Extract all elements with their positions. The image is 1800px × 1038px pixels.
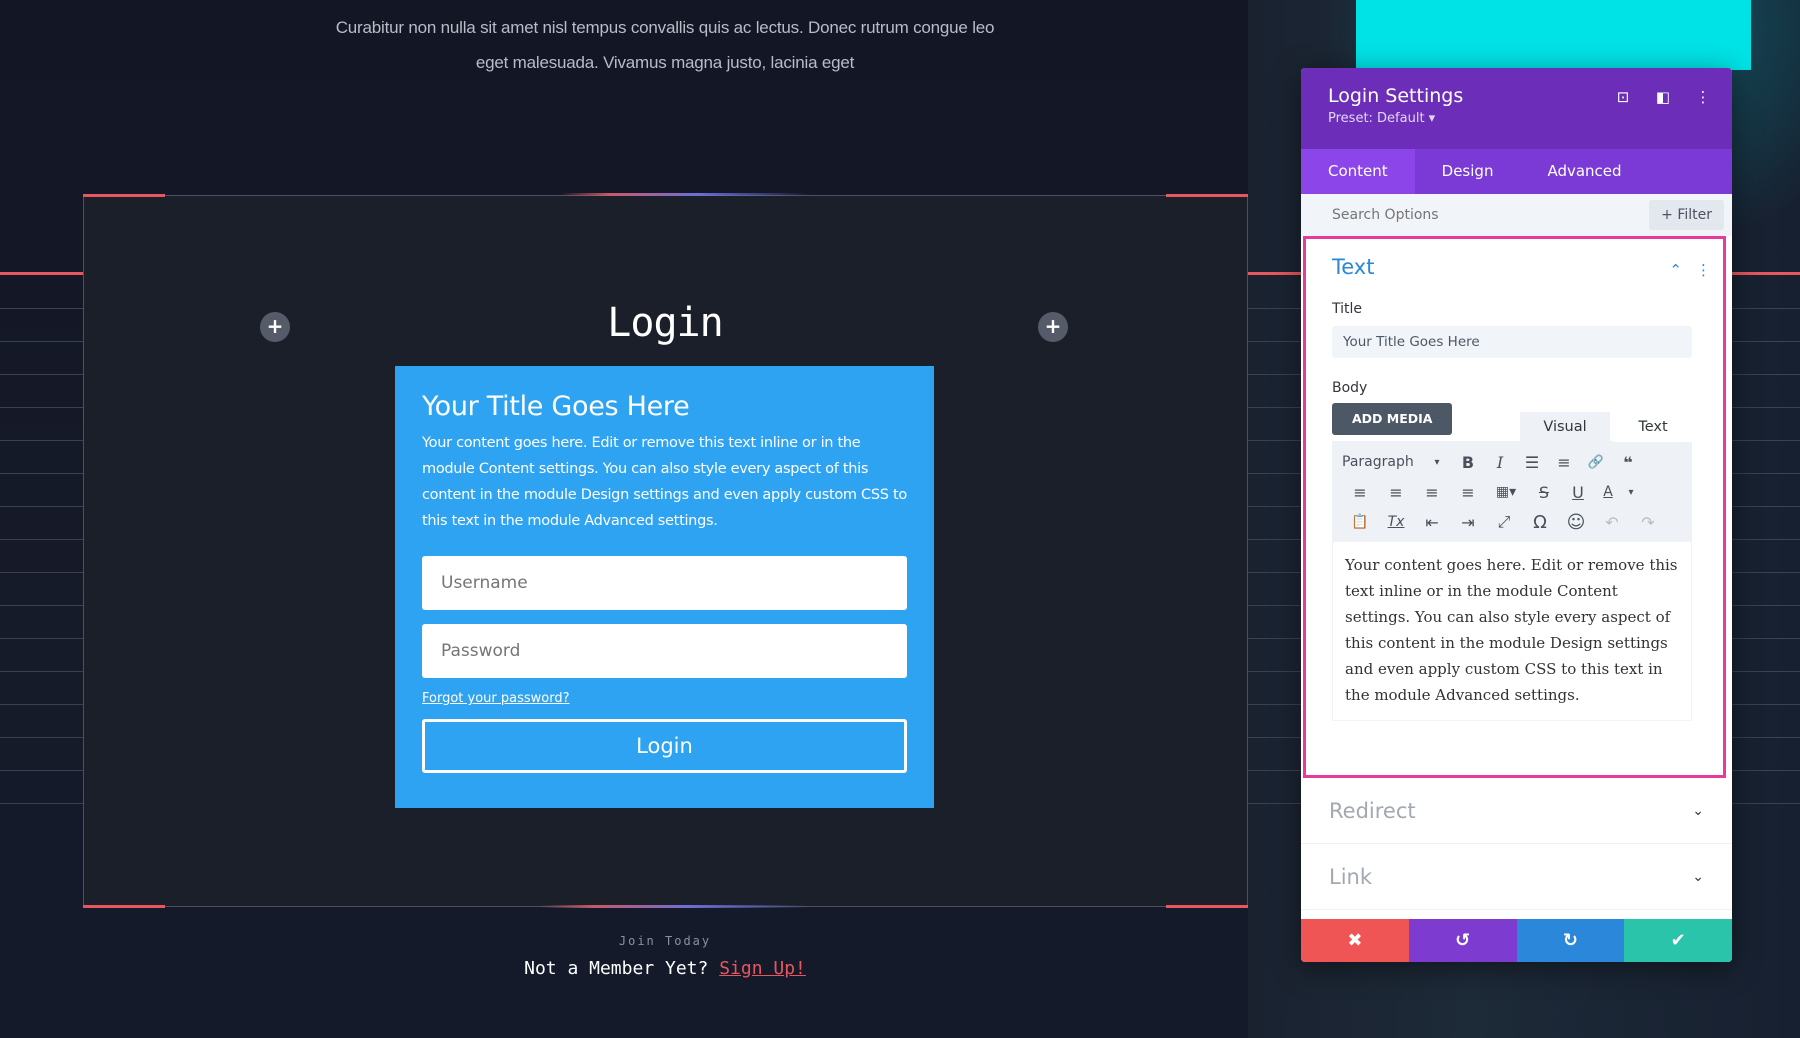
section-redirect-label: Redirect [1329, 798, 1416, 823]
body-editor[interactable]: Your content goes here. Edit or remove t… [1332, 541, 1692, 721]
section-link-label: Link [1329, 864, 1373, 889]
special-character-icon[interactable]: Ω [1522, 512, 1558, 533]
section-menu-icon[interactable]: ⋮ [1696, 261, 1711, 279]
frame-accent [83, 905, 165, 908]
section-redirect[interactable]: Redirect ⌄ [1301, 778, 1732, 844]
cancel-button[interactable]: ✖ [1301, 919, 1409, 962]
username-input[interactable] [422, 556, 907, 610]
collapse-icon[interactable]: ⌃ [1669, 261, 1682, 279]
search-bar: + Filter [1301, 194, 1732, 236]
align-right-icon[interactable]: ≡ [1414, 483, 1450, 502]
text-color-dropdown-icon[interactable]: ▾ [1622, 487, 1640, 498]
underline-icon[interactable]: U [1562, 483, 1594, 502]
redo-icon[interactable]: ↷ [1630, 513, 1666, 532]
emoji-icon[interactable]: ☺ [1558, 512, 1594, 533]
outdent-icon[interactable]: ⇤ [1414, 513, 1450, 532]
bullet-list-icon[interactable]: ☰ [1516, 453, 1548, 472]
text-color-icon[interactable]: A [1594, 484, 1622, 500]
fullscreen-icon[interactable]: ⤢ [1486, 512, 1522, 532]
chevron-down-icon[interactable]: ⌄ [1692, 869, 1704, 885]
undo-button[interactable]: ↺ [1408, 919, 1517, 962]
filter-button[interactable]: + Filter [1649, 200, 1724, 230]
table-icon[interactable]: ▦▾ [1486, 484, 1526, 500]
settings-panel: Login Settings Preset: Default ▾ ⊡ ◧ ⋮ C… [1301, 68, 1732, 962]
focus-icon[interactable]: ⊡ [1614, 88, 1632, 106]
editor-tab-text[interactable]: Text [1613, 412, 1693, 442]
align-left-icon[interactable]: ≡ [1342, 483, 1378, 502]
blockquote-icon[interactable]: ❝ [1612, 453, 1644, 472]
editor-tab-visual[interactable]: Visual [1520, 412, 1610, 442]
frame-gradient-accent [540, 905, 810, 908]
text-section: Text ⌃ ⋮ Title Body ADD MEDIA Visual Tex… [1303, 236, 1726, 778]
redo-button[interactable]: ↻ [1516, 919, 1625, 962]
paste-text-icon[interactable]: 📋 [1342, 514, 1378, 530]
justify-icon[interactable]: ≡ [1450, 483, 1486, 502]
password-input[interactable] [422, 624, 907, 678]
undo-icon[interactable]: ↶ [1594, 513, 1630, 532]
title-field-input[interactable] [1332, 326, 1692, 358]
clear-formatting-icon[interactable]: Tx [1378, 514, 1414, 530]
format-select[interactable]: Paragraph [1342, 454, 1422, 470]
bold-icon[interactable]: B [1452, 453, 1484, 472]
intro-text: Curabitur non nulla sit amet nisl tempus… [335, 18, 995, 72]
decor-red-line [0, 272, 83, 275]
text-section-title[interactable]: Text [1332, 255, 1697, 279]
decor-lines-left [0, 273, 83, 833]
login-button[interactable]: Login [422, 719, 907, 773]
format-dropdown-icon[interactable]: ▾ [1422, 457, 1452, 468]
join-label: Join Today [618, 934, 712, 948]
add-column-button-right[interactable]: + [1038, 312, 1068, 342]
editor-toolbar: Paragraph ▾ B I ☰ ≡ 🔗 ❝ ≡ ≡ ≡ ≡ ▦▾ S U A… [1332, 441, 1692, 541]
section-heading: Login [607, 300, 723, 346]
panel-footer: ✖ ↺ ↻ ✔ [1301, 919, 1732, 962]
add-column-button-left[interactable]: + [260, 312, 290, 342]
title-field-label: Title [1332, 301, 1363, 317]
signup-link[interactable]: Sign Up! [719, 958, 806, 979]
login-module[interactable]: Your Title Goes Here Your content goes h… [395, 366, 934, 808]
italic-icon[interactable]: I [1484, 453, 1516, 472]
module-title[interactable]: Your Title Goes Here [422, 390, 907, 424]
module-body[interactable]: Your content goes here. Edit or remove t… [422, 430, 907, 534]
tab-advanced[interactable]: Advanced [1520, 149, 1648, 194]
preset-dropdown[interactable]: Preset: Default ▾ [1328, 111, 1705, 126]
split-view-icon[interactable]: ◧ [1654, 88, 1672, 106]
align-center-icon[interactable]: ≡ [1378, 483, 1414, 502]
numbered-list-icon[interactable]: ≡ [1548, 453, 1580, 472]
indent-icon[interactable]: ⇥ [1450, 513, 1486, 532]
add-media-button[interactable]: ADD MEDIA [1332, 403, 1453, 435]
member-prefix: Not a Member Yet? [524, 958, 709, 979]
more-icon[interactable]: ⋮ [1694, 88, 1712, 106]
tab-design[interactable]: Design [1415, 149, 1521, 194]
section-link[interactable]: Link ⌄ [1301, 844, 1732, 910]
frame-accent [1166, 905, 1248, 908]
body-field-label: Body [1332, 380, 1368, 396]
frame-accent [1166, 194, 1248, 197]
save-button[interactable]: ✔ [1624, 919, 1732, 962]
panel-header[interactable]: Login Settings Preset: Default ▾ ⊡ ◧ ⋮ [1301, 68, 1732, 149]
forgot-password-link[interactable]: Forgot your password? [422, 691, 570, 706]
search-options-input[interactable] [1332, 207, 1632, 223]
strikethrough-icon[interactable]: S [1526, 483, 1562, 502]
background-cyan-shape [1356, 0, 1751, 70]
frame-gradient-accent [560, 193, 810, 196]
frame-accent [83, 194, 165, 197]
member-line: Not a Member Yet? Sign Up! [480, 958, 850, 979]
panel-tabs: Content Design Advanced [1301, 149, 1732, 194]
link-icon[interactable]: 🔗 [1580, 455, 1612, 470]
tab-content[interactable]: Content [1301, 149, 1415, 194]
chevron-down-icon[interactable]: ⌄ [1692, 803, 1704, 819]
